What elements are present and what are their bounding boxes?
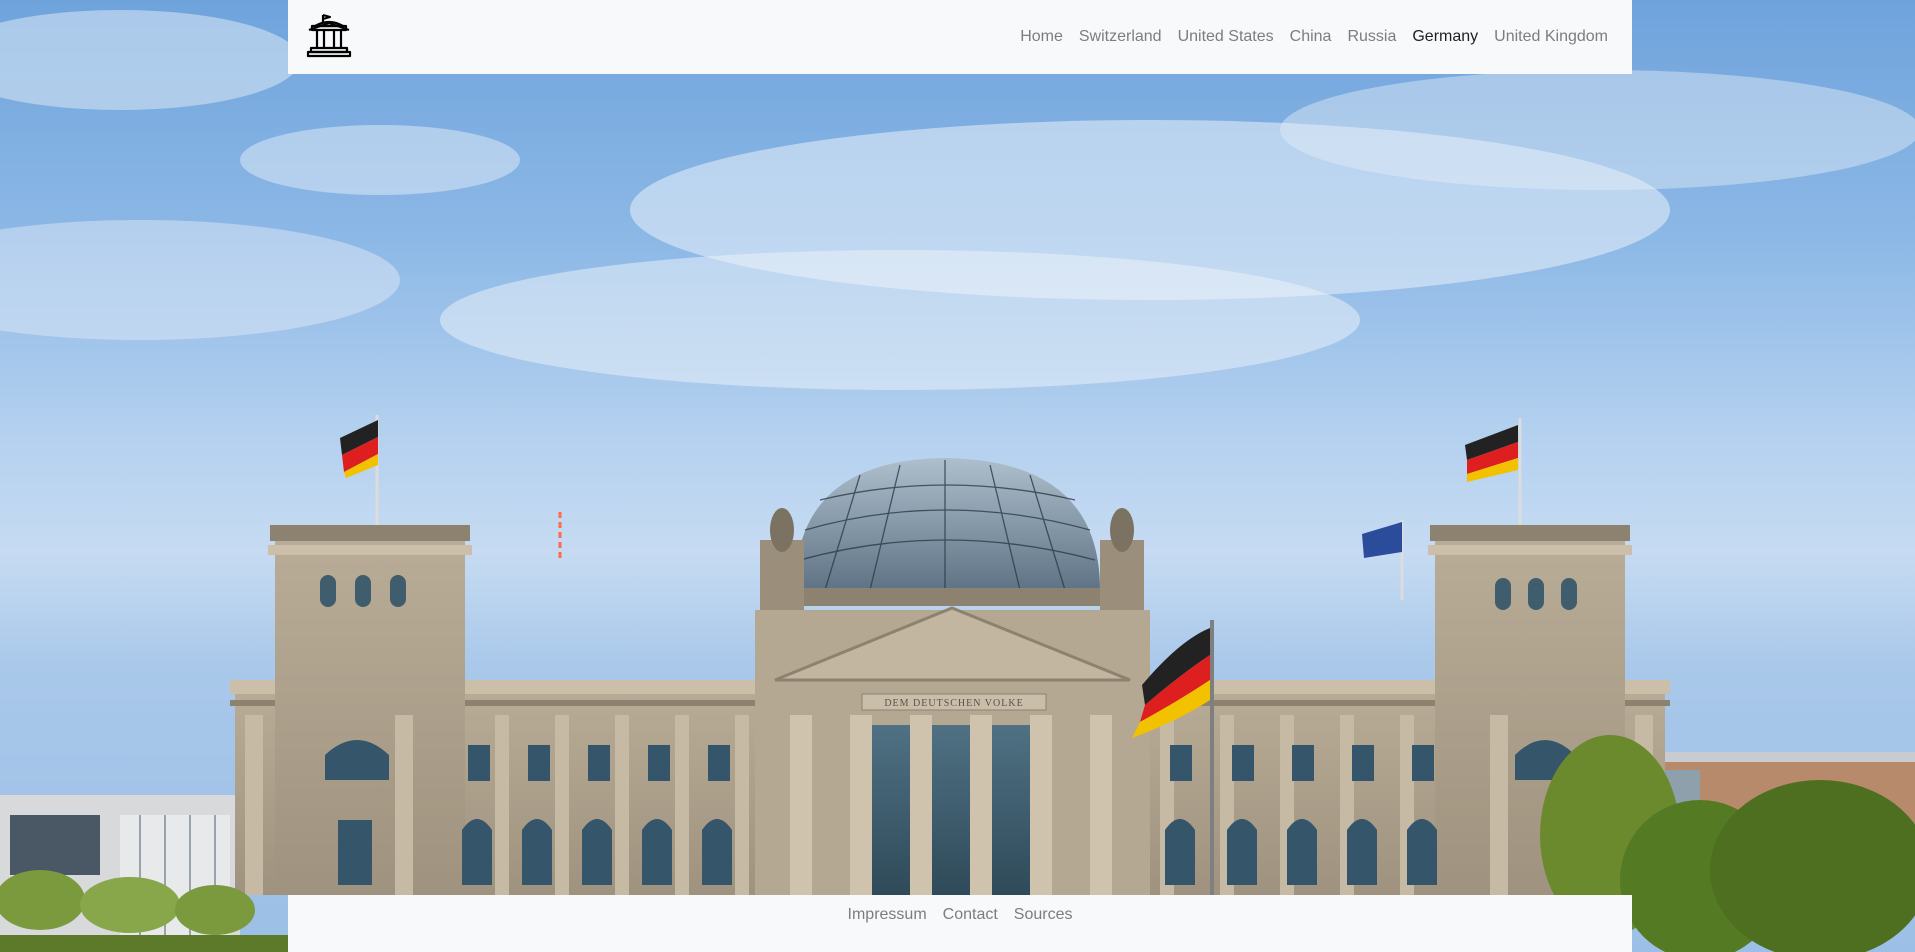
nav-link-germany[interactable]: Germany	[1404, 20, 1486, 54]
nav-link-united-kingdom[interactable]: United Kingdom	[1486, 20, 1616, 54]
nav-link-home[interactable]: Home	[1012, 20, 1071, 54]
footer-bar: Impressum Contact Sources	[288, 895, 1632, 952]
nav-link-china[interactable]: China	[1282, 20, 1340, 54]
brand-logo-link[interactable]	[305, 12, 353, 63]
government-building-icon	[305, 12, 353, 63]
nav-link-united-states[interactable]: United States	[1170, 20, 1282, 54]
footer-link-sources[interactable]: Sources	[1006, 906, 1081, 924]
top-navbar: Home Switzerland United States China Rus…	[288, 0, 1632, 74]
footer-link-impressum[interactable]: Impressum	[840, 906, 935, 924]
nav-link-switzerland[interactable]: Switzerland	[1071, 20, 1170, 54]
footer-link-contact[interactable]: Contact	[935, 906, 1006, 924]
page: DEM DEUTSCHEN VOLKE Home Switzerland Uni…	[0, 0, 1915, 952]
hero-background-image: DEM DEUTSCHEN VOLKE	[0, 0, 1915, 952]
inscription-text: DEM DEUTSCHEN VOLKE	[884, 698, 1023, 709]
nav-link-russia[interactable]: Russia	[1339, 20, 1404, 54]
nav-links: Home Switzerland United States China Rus…	[1012, 20, 1616, 54]
